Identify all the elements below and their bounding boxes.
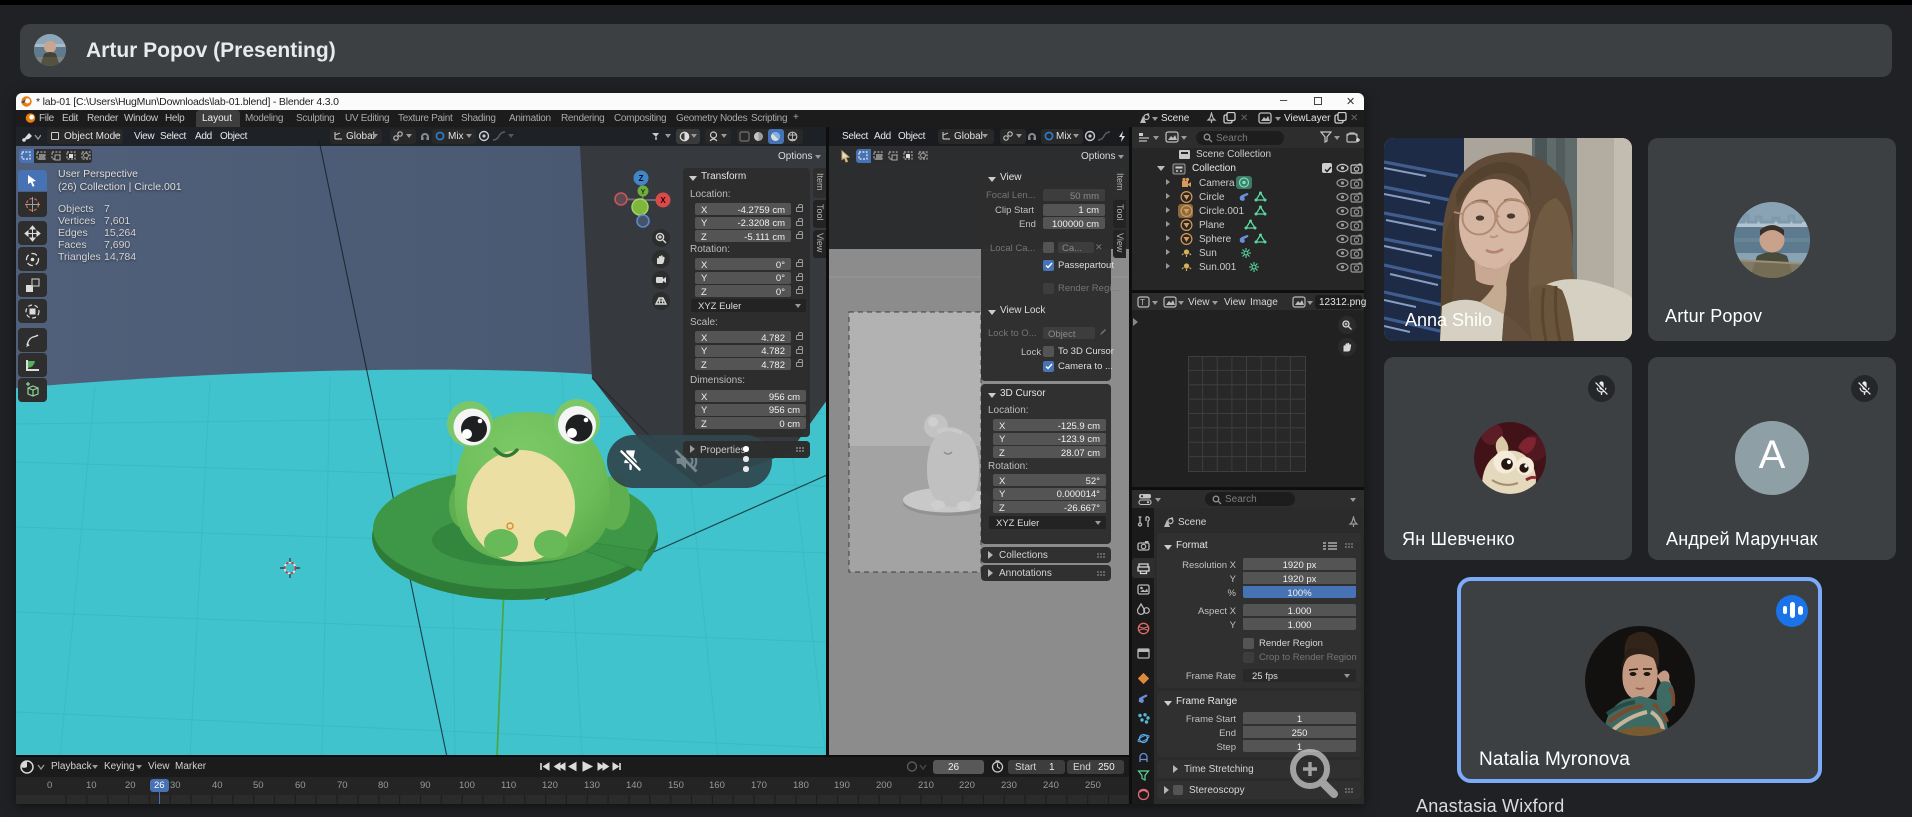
svg-text:T: T <box>1140 298 1145 307</box>
svg-text:Z: Z <box>639 174 644 183</box>
svg-text:Anna Shilo: Anna Shilo <box>1405 310 1492 330</box>
svg-text:Y: Y <box>641 189 646 196</box>
svg-text:X: X <box>660 196 666 205</box>
